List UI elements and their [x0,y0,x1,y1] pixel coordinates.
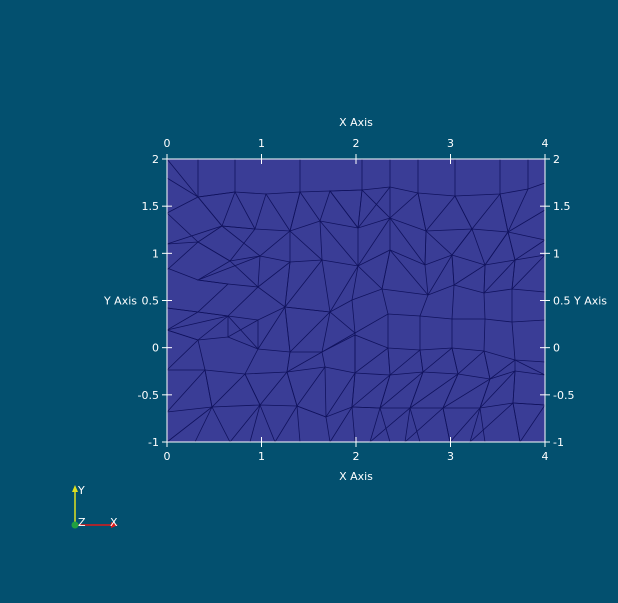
x-tick-label-top: 3 [447,137,454,150]
y-tick-label-right: 1 [553,247,560,260]
x-tick-label-bottom: 4 [542,450,549,463]
x-axis-title-bottom: X Axis [339,470,373,483]
x-tick-label-bottom: 3 [447,450,454,463]
y-tick-label-right: 0.5 [553,295,571,308]
y-axis-title-right: Y Axis [573,295,607,308]
x-axis-title-top: X Axis [339,116,373,129]
y-tick-label-left: 2 [152,153,159,166]
x-tick-label-bottom: 2 [353,450,360,463]
y-tick-label-right: 1.5 [553,200,571,213]
y-tick-label-left: 0 [152,342,159,355]
y-tick-label-right: -1 [553,436,564,449]
y-tick-label-right: -0.5 [553,389,574,402]
y-tick-label-left: 1 [152,247,159,260]
y-tick-label-right: 2 [553,153,560,166]
render-viewport[interactable]: 00112233442 21.5 1.51 10.5 0.50 0-0.5 -0.5-1 -1… [0,0,618,603]
x-tick-label-top: 2 [353,137,360,150]
y-tick-label-left: -1 [148,436,159,449]
y-tick-label-left: 1.5 [142,200,160,213]
x-tick-label-bottom: 0 [164,450,171,463]
x-tick-label-top: 0 [164,137,171,150]
triad-x-label: X [110,516,118,529]
triad-z-label: Z [78,516,86,529]
x-tick-label-top: 4 [542,137,549,150]
y-tick-label-right: 0 [553,342,560,355]
x-tick-label-top: 1 [258,137,265,150]
x-tick-label-bottom: 1 [258,450,265,463]
y-tick-label-left: -0.5 [138,389,159,402]
y-axis-title-left: Y Axis [103,295,137,308]
triad-y-label: Y [77,484,85,497]
y-tick-label-left: 0.5 [142,295,160,308]
triangle-mesh [166,158,546,444]
